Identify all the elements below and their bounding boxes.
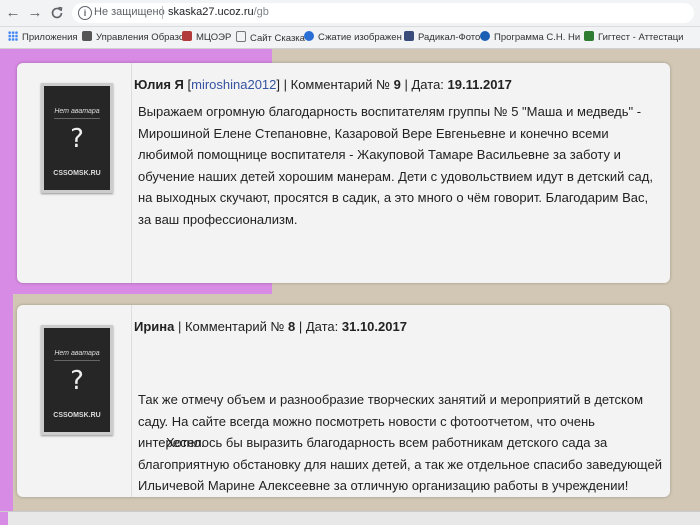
comment-card: Нет аватара ? CSSOMSK.RU Ирина | Коммент… [17, 305, 670, 497]
url-text[interactable]: skaska27.ucoz.ru/gb [168, 6, 269, 18]
avatar-column: Нет аватара ? CSSOMSK.RU [17, 305, 132, 497]
question-icon: ? [70, 366, 84, 396]
comment-meta: Ирина | Комментарий № 8 | Дата: 31.10.20… [134, 319, 407, 334]
bookmark-image-compress[interactable]: Сжатие изображен [304, 31, 402, 43]
bookmark-radikal[interactable]: Радикал-Фото [404, 31, 480, 43]
avatar-column: Нет аватара ? CSSOMSK.RU [17, 63, 132, 283]
avatar: Нет аватара ? CSSOMSK.RU [41, 325, 113, 435]
reload-icon[interactable] [48, 4, 66, 22]
no-avatar-label: Нет аватара [54, 108, 100, 115]
bookmark-gigtest[interactable]: Гигтест - Аттестаци [584, 31, 684, 43]
comment-text: Выражаем огромную благодарность воспитат… [138, 104, 653, 227]
url-path: /gb [253, 6, 269, 18]
bookmark-skazka[interactable]: Сайт Сказка [236, 31, 305, 44]
page-icon [236, 31, 246, 42]
bookmark-label: МЦОЭР [196, 32, 232, 43]
comment-number: 9 [393, 77, 401, 92]
page-content: Нет аватара ? CSSOMSK.RU Юлия Я [miroshi… [0, 49, 700, 525]
avatar-site-label: CSSOMSK.RU [53, 412, 101, 419]
bookmark-label: Сайт Сказка [250, 33, 305, 44]
bookmark-apps[interactable]: Приложения [8, 31, 78, 43]
bookmark-mcoer[interactable]: МЦОЭР [182, 31, 231, 43]
globe-icon [82, 31, 92, 41]
comment-date-label: | Дата: [295, 319, 342, 334]
info-icon[interactable]: i [78, 6, 92, 20]
comment-number-label: | Комментарий № [174, 319, 289, 334]
bookmark-label: Управления Образо [96, 32, 185, 43]
no-avatar-label: Нет аватара [54, 350, 100, 357]
security-status[interactable]: Не защищено [94, 6, 165, 18]
scrollbar-thumb[interactable] [0, 512, 8, 525]
comment-meta: Юлия Я [miroshina2012] | Комментарий № 9… [134, 77, 512, 92]
photo-icon [404, 31, 414, 41]
back-arrow-icon[interactable]: ← [4, 4, 22, 22]
bookmark-label: Радикал-Фото [418, 32, 481, 43]
comment-login-link[interactable]: miroshina2012 [191, 77, 276, 92]
forward-arrow-icon[interactable]: → [26, 4, 44, 22]
background-band [0, 294, 13, 525]
bookmark-label: Приложения [22, 32, 78, 43]
url-separator [162, 6, 163, 19]
comment-number-label: | Комментарий № [280, 77, 394, 92]
url-field[interactable]: i Не защищено skaska27.ucoz.ru/gb [72, 3, 694, 23]
bookmark-label: Сжатие изображен [318, 32, 402, 43]
comment-author: Юлия Я [134, 77, 184, 92]
avatar-divider [54, 118, 100, 119]
comment-date: 31.10.2017 [341, 319, 407, 334]
apps-grid-icon [8, 31, 18, 41]
comment-date-label: | Дата: [400, 77, 448, 92]
bookmark-label: Гигтест - Аттестаци [598, 32, 684, 43]
avatar-divider [54, 360, 100, 361]
bookmark-program[interactable]: Программа С.Н. Ни [480, 31, 580, 43]
avatar-site-label: CSSOMSK.RU [53, 170, 101, 177]
address-bar: ← → i Не защищено skaska27.ucoz.ru/gb [0, 0, 700, 27]
test-icon [584, 31, 594, 41]
bookmarks-bar: Приложения Управления Образо МЦОЭР Сайт … [0, 27, 700, 49]
url-host: skaska27.ucoz.ru [168, 6, 254, 18]
avatar: Нет аватара ? CSSOMSK.RU [41, 83, 113, 193]
comment-text-paragraph: Хотелось бы выразить благодарность всем … [138, 435, 662, 493]
comment-date: 19.11.2017 [447, 77, 512, 92]
comment-author: Ирина [134, 319, 175, 334]
question-icon: ? [70, 124, 84, 154]
bookmark-education[interactable]: Управления Образо [82, 31, 184, 43]
compress-icon [304, 31, 314, 41]
bookmark-label: Программа С.Н. Ни [494, 32, 581, 43]
program-icon [480, 31, 490, 41]
comment-card: Нет аватара ? CSSOMSK.RU Юлия Я [miroshi… [17, 63, 670, 283]
site-icon [182, 31, 192, 41]
horizontal-scrollbar[interactable] [0, 511, 700, 525]
